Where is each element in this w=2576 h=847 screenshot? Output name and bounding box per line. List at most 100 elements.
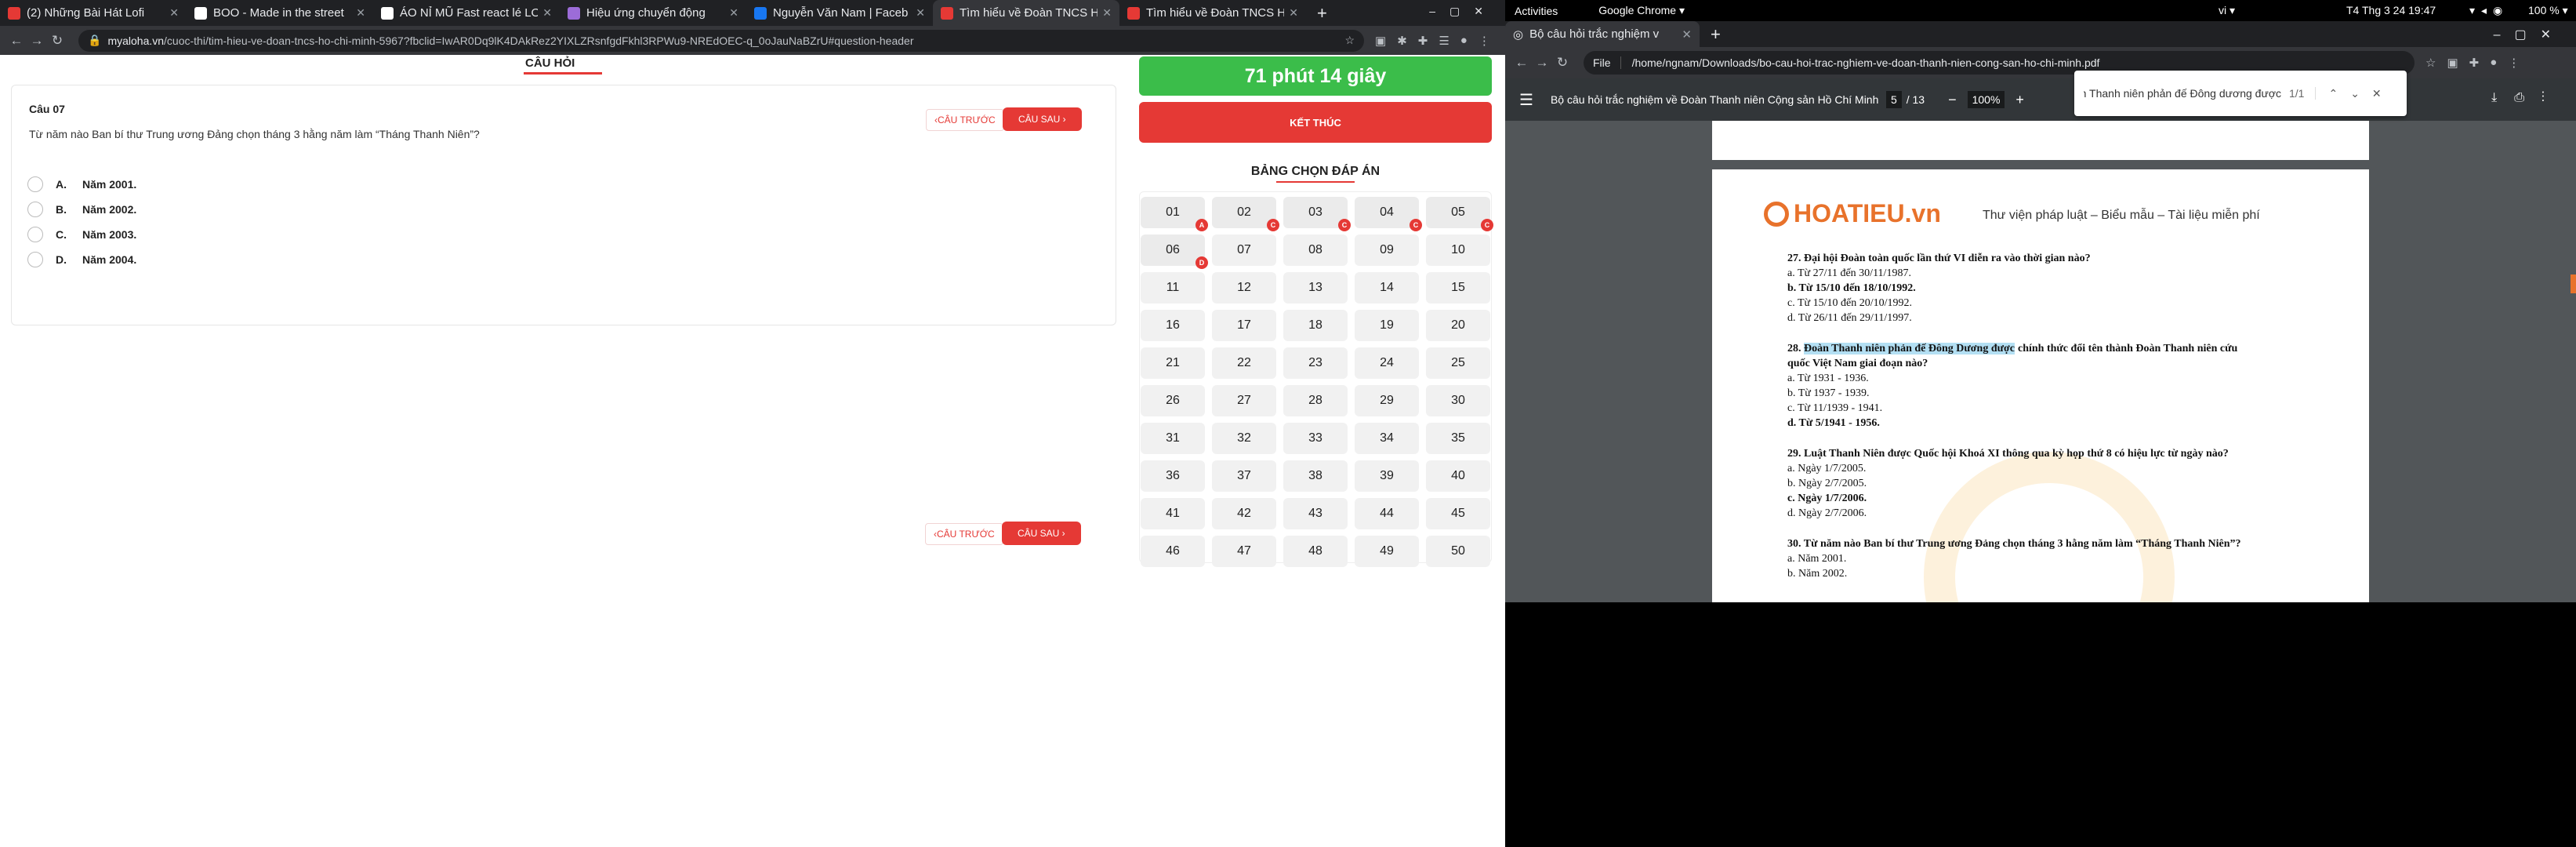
browser-tab[interactable]: (2) Những Bài Hát Lofi ✕ xyxy=(0,0,187,26)
answer-cell[interactable]: 33 xyxy=(1283,423,1348,454)
zoom-out-icon[interactable]: − xyxy=(1948,92,1957,108)
answer-cell[interactable]: 36 xyxy=(1141,460,1205,492)
answer-cell[interactable]: 15 xyxy=(1426,272,1490,304)
back-icon[interactable]: ← xyxy=(1511,55,1532,71)
new-tab-button[interactable]: + xyxy=(1700,24,1732,45)
scrollbar-marker[interactable] xyxy=(2571,274,2576,293)
puzzle-icon[interactable]: ✚ xyxy=(1418,34,1428,48)
app-menu[interactable]: Google Chrome ▾ xyxy=(1598,4,1685,17)
answer-cell[interactable]: 09 xyxy=(1355,234,1419,266)
system-tray-icons[interactable]: ▾◂◉ xyxy=(2469,4,2509,17)
answer-cell[interactable]: 21 xyxy=(1141,347,1205,379)
close-icon[interactable]: ✕ xyxy=(1682,27,1692,42)
answer-cell[interactable]: 05 C xyxy=(1426,197,1493,231)
radio-button[interactable] xyxy=(27,252,43,267)
answer-cell[interactable]: 19 xyxy=(1355,310,1419,341)
answer-cell[interactable]: 06 D xyxy=(1141,234,1208,269)
input-language[interactable]: vi ▾ xyxy=(2219,4,2235,17)
close-icon[interactable]: ✕ xyxy=(916,6,925,20)
browser-tab[interactable]: Hiệu ứng chuyển động ✕ xyxy=(560,0,746,26)
menu-icon[interactable]: ☰ xyxy=(1519,90,1533,110)
browser-tab[interactable]: ÁO NỈ MŨ Fast react lé LO ✕ xyxy=(373,0,560,26)
answer-cell[interactable]: 48 xyxy=(1283,536,1348,567)
reload-icon[interactable]: ↻ xyxy=(1552,55,1573,71)
answer-cell[interactable]: 23 xyxy=(1283,347,1348,379)
browser-tab[interactable]: Tìm hiểu về Đoàn TNCS H ✕ xyxy=(933,0,1119,26)
find-input[interactable]: Đoàn Thanh niên phản đế Đông dương được xyxy=(2084,87,2281,100)
window-controls[interactable]: –▢✕ xyxy=(1429,5,1497,18)
url-input[interactable]: 🔒 myaloha.vn /cuoc-thi/tim-hieu-ve-doan-… xyxy=(78,29,1364,52)
answer-cell[interactable]: 39 xyxy=(1355,460,1419,492)
next-question-button-bottom[interactable]: CÂU SAU › xyxy=(1002,522,1081,545)
star-icon[interactable]: ☆ xyxy=(2425,56,2436,70)
answer-cell[interactable]: 44 xyxy=(1355,498,1419,529)
answer-cell[interactable]: 29 xyxy=(1355,385,1419,416)
close-icon[interactable]: ✕ xyxy=(729,6,738,20)
answer-cell[interactable]: 32 xyxy=(1212,423,1276,454)
extension-icon[interactable]: ✱ xyxy=(1397,34,1407,48)
answer-cell[interactable]: 46 xyxy=(1141,536,1205,567)
answer-option[interactable]: A. Năm 2001. xyxy=(27,176,136,192)
answer-option[interactable]: C. Năm 2003. xyxy=(27,227,136,242)
radio-button[interactable] xyxy=(27,202,43,217)
more-menu-icon[interactable]: ⋮ xyxy=(2508,56,2520,70)
star-icon[interactable]: ☆ xyxy=(1344,34,1355,47)
answer-cell[interactable]: 20 xyxy=(1426,310,1490,341)
close-icon[interactable]: ✕ xyxy=(169,6,179,20)
answer-cell[interactable]: 38 xyxy=(1283,460,1348,492)
more-menu-icon[interactable]: ⋮ xyxy=(1478,34,1490,48)
radio-button[interactable] xyxy=(27,176,43,192)
answer-cell[interactable]: 31 xyxy=(1141,423,1205,454)
find-controls[interactable]: ⌃⌄✕ xyxy=(2328,87,2393,100)
answer-cell[interactable]: 04 C xyxy=(1355,197,1422,231)
radio-button[interactable] xyxy=(27,227,43,242)
answer-cell[interactable]: 17 xyxy=(1212,310,1276,341)
answer-cell[interactable]: 28 xyxy=(1283,385,1348,416)
reload-icon[interactable]: ↻ xyxy=(47,33,67,49)
zoom-input[interactable]: 100% xyxy=(1967,91,2005,108)
answer-cell[interactable]: 50 xyxy=(1426,536,1490,567)
forward-icon[interactable]: → xyxy=(1532,55,1552,71)
answer-cell[interactable]: 13 xyxy=(1283,272,1348,304)
close-icon[interactable]: ✕ xyxy=(542,6,552,20)
page-number-input[interactable]: 5 xyxy=(1885,91,1902,108)
answer-cell[interactable]: 18 xyxy=(1283,310,1348,341)
answer-cell[interactable]: 03 C xyxy=(1283,197,1351,231)
pdf-actions[interactable]: ⤓⎙⋮ xyxy=(2491,91,2562,105)
avatar[interactable]: ● xyxy=(2490,56,2497,70)
prev-question-button[interactable]: ‹CÂU TRƯỚC xyxy=(926,109,1004,131)
forward-icon[interactable]: → xyxy=(27,33,47,49)
answer-cell[interactable]: 25 xyxy=(1426,347,1490,379)
extension-icon[interactable]: ▣ xyxy=(2447,56,2458,70)
battery-status[interactable]: 100 % ▾ xyxy=(2528,4,2568,17)
finish-button[interactable]: KẾT THÚC xyxy=(1139,102,1492,143)
tab-pdf[interactable]: ◎ Bộ câu hỏi trắc nghiệm v ✕ xyxy=(1505,21,1700,47)
close-icon[interactable]: ✕ xyxy=(1102,6,1112,20)
answer-cell[interactable]: 47 xyxy=(1212,536,1276,567)
answer-cell[interactable]: 30 xyxy=(1426,385,1490,416)
answer-cell[interactable]: 08 xyxy=(1283,234,1348,266)
window-controls[interactable]: –▢✕ xyxy=(2494,27,2565,42)
back-icon[interactable]: ← xyxy=(6,33,27,49)
answer-cell[interactable]: 16 xyxy=(1141,310,1205,341)
answer-cell[interactable]: 11 xyxy=(1141,272,1205,304)
answer-cell[interactable]: 49 xyxy=(1355,536,1419,567)
next-question-button[interactable]: CÂU SAU › xyxy=(1003,107,1082,131)
answer-cell[interactable]: 01 A xyxy=(1141,197,1208,231)
close-icon[interactable]: ✕ xyxy=(1289,6,1298,20)
puzzle-icon[interactable]: ✚ xyxy=(2469,56,2480,70)
browser-tab[interactable]: BOO - Made in the street ✕ xyxy=(187,0,373,26)
prev-question-button-bottom[interactable]: ‹CÂU TRƯỚC xyxy=(925,523,1003,545)
answer-cell[interactable]: 12 xyxy=(1212,272,1276,304)
zoom-in-icon[interactable]: + xyxy=(2015,92,2024,108)
answer-cell[interactable]: 37 xyxy=(1212,460,1276,492)
activities-button[interactable]: Activities xyxy=(1515,5,1558,17)
extension-icon[interactable]: ▣ xyxy=(1375,34,1386,48)
browser-tab[interactable]: Nguyễn Văn Nam | Faceb ✕ xyxy=(746,0,933,26)
answer-cell[interactable]: 41 xyxy=(1141,498,1205,529)
answer-cell[interactable]: 43 xyxy=(1283,498,1348,529)
reading-list-icon[interactable]: ☰ xyxy=(1439,34,1449,48)
answer-cell[interactable]: 42 xyxy=(1212,498,1276,529)
answer-cell[interactable]: 14 xyxy=(1355,272,1419,304)
answer-option[interactable]: B. Năm 2002. xyxy=(27,202,136,217)
